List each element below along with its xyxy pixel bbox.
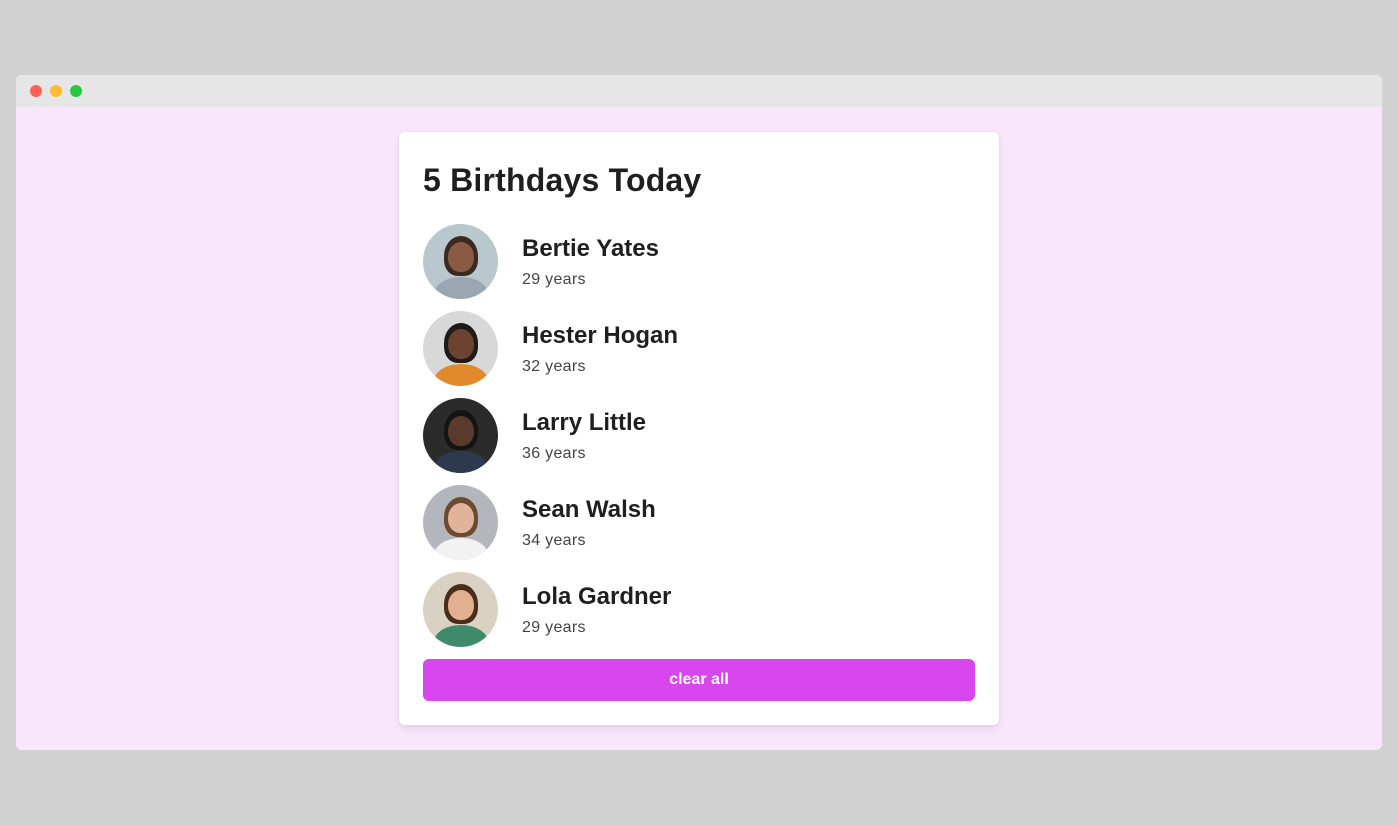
person-age: 29 years bbox=[522, 270, 586, 288]
person-name: Hester Hogan bbox=[522, 321, 679, 349]
people-list: Bertie Yates 29 years Hester Hogan 32 ye… bbox=[423, 224, 975, 647]
person-name: Sean Walsh bbox=[522, 495, 656, 523]
window-titlebar bbox=[16, 75, 1382, 107]
list-item: Bertie Yates 29 years bbox=[423, 224, 975, 299]
person-age: 36 years bbox=[522, 444, 586, 462]
person-name: Lola Gardner bbox=[522, 582, 672, 610]
list-item: Sean Walsh 34 years bbox=[423, 485, 975, 560]
clear-all-button[interactable]: clear all bbox=[423, 659, 975, 701]
list-item: Hester Hogan 32 years bbox=[423, 311, 975, 386]
avatar bbox=[423, 485, 498, 560]
card-title: 5 Birthdays Today bbox=[423, 162, 702, 198]
minimize-window-button[interactable] bbox=[50, 85, 62, 97]
avatar bbox=[423, 311, 498, 386]
person-age: 29 years bbox=[522, 618, 586, 636]
person-age: 32 years bbox=[522, 357, 586, 375]
person-info: Bertie Yates 29 years bbox=[522, 234, 659, 290]
person-info: Hester Hogan 32 years bbox=[522, 321, 678, 377]
avatar bbox=[423, 572, 498, 647]
list-item: Lola Gardner 29 years bbox=[423, 572, 975, 647]
person-age: 34 years bbox=[522, 531, 586, 549]
close-window-button[interactable] bbox=[30, 85, 42, 97]
person-info: Larry Little 36 years bbox=[522, 408, 646, 464]
birthday-card: 5 Birthdays Today Bertie Yates 29 years … bbox=[399, 132, 999, 725]
person-name: Larry Little bbox=[522, 408, 647, 436]
avatar bbox=[423, 398, 498, 473]
person-name: Bertie Yates bbox=[522, 234, 659, 262]
list-item: Larry Little 36 years bbox=[423, 398, 975, 473]
maximize-window-button[interactable] bbox=[70, 85, 82, 97]
browser-window: 5 Birthdays Today Bertie Yates 29 years … bbox=[16, 75, 1382, 750]
person-info: Lola Gardner 29 years bbox=[522, 582, 671, 638]
person-info: Sean Walsh 34 years bbox=[522, 495, 656, 551]
avatar bbox=[423, 224, 498, 299]
